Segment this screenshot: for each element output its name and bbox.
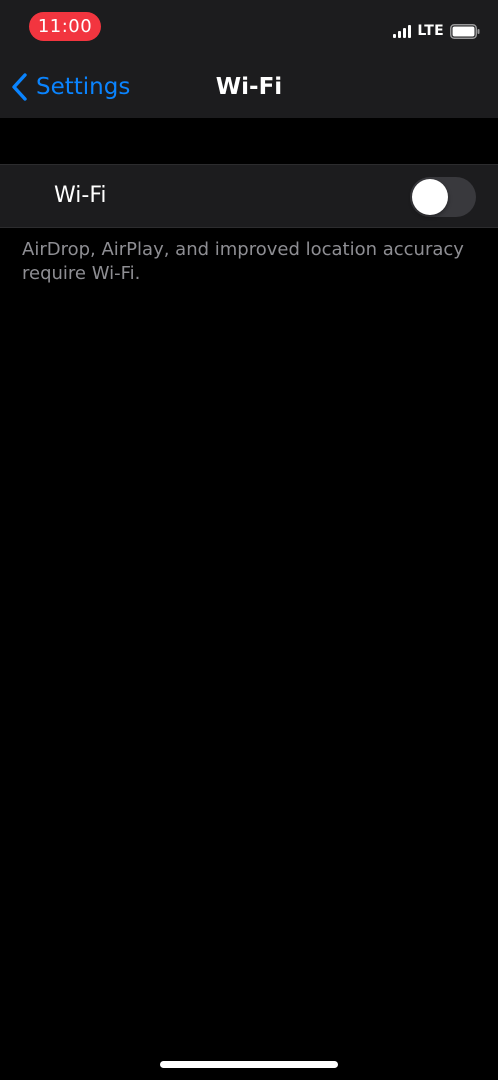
back-button-label: Settings — [36, 74, 131, 100]
home-indicator[interactable] — [160, 1061, 338, 1068]
wifi-toggle[interactable] — [410, 177, 476, 217]
status-time[interactable]: 11:00 — [29, 12, 101, 41]
status-bar: 11:00 LTE — [0, 0, 498, 56]
status-indicators: LTE — [393, 20, 480, 42]
battery-icon — [450, 23, 480, 39]
wifi-footer-note: AirDrop, AirPlay, and improved location … — [22, 239, 464, 284]
wifi-toggle-knob — [412, 179, 448, 215]
wifi-settings-screen: 11:00 LTE Settings Wi-Fi Wi-Fi AirDrop, … — [0, 0, 498, 1080]
back-button[interactable]: Settings — [10, 70, 130, 104]
wifi-row-label: Wi-Fi — [54, 183, 107, 208]
navigation-bar: Settings Wi-Fi — [0, 56, 498, 118]
network-type-label: LTE — [417, 23, 444, 39]
wifi-settings-group: Wi-Fi — [0, 164, 498, 228]
chevron-left-icon — [12, 73, 27, 101]
cellular-signal-icon — [393, 24, 412, 38]
